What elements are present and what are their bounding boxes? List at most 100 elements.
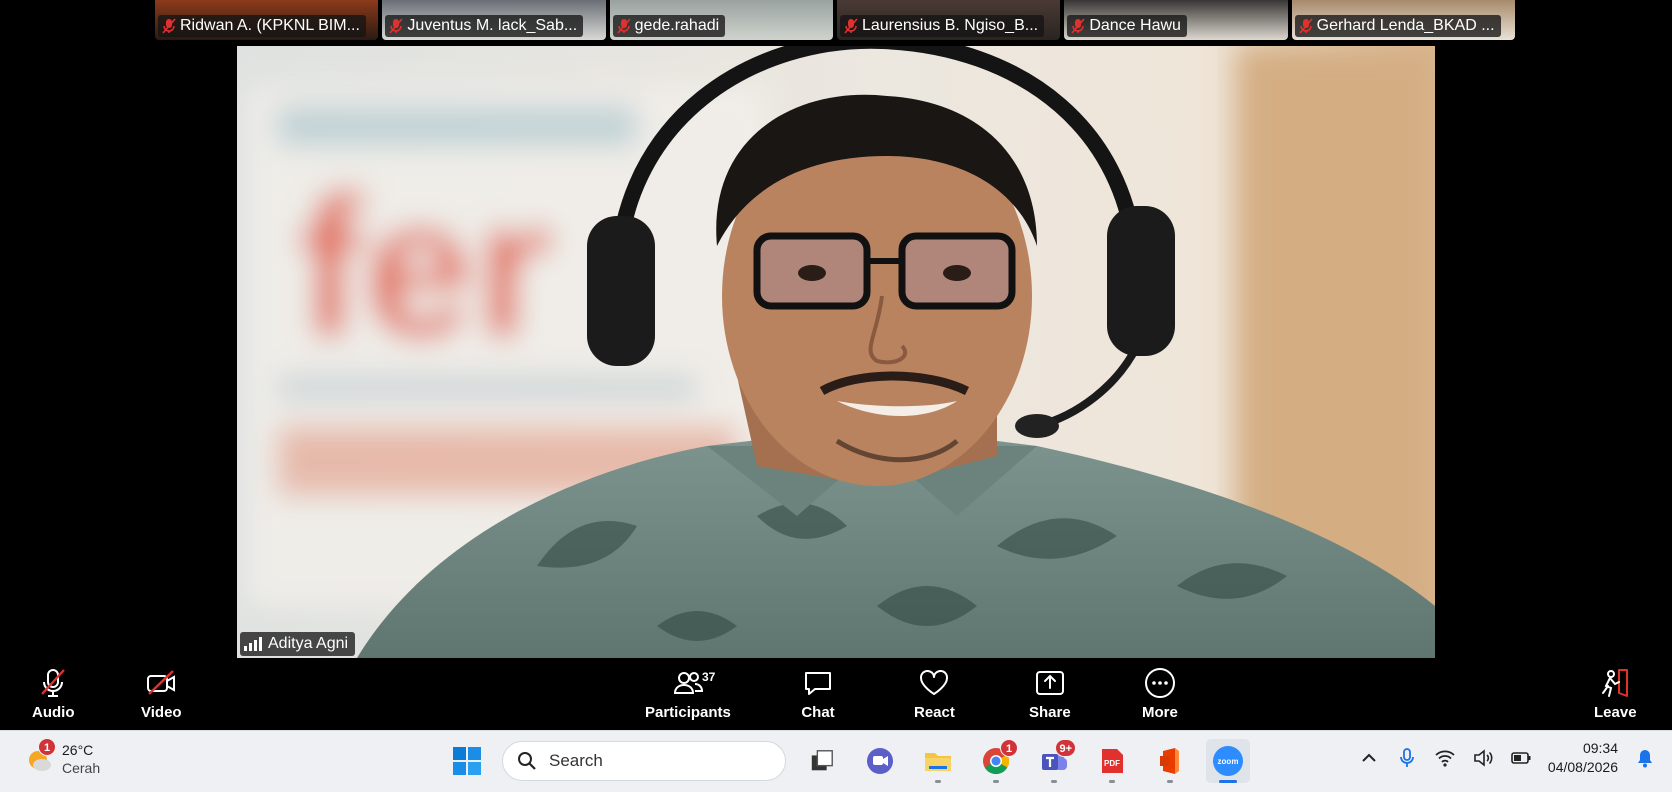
speaker-name: Aditya Agni [268, 635, 349, 652]
participant-name: gede.rahadi [634, 17, 720, 34]
heart-icon [920, 670, 949, 695]
battery-icon[interactable] [1510, 747, 1532, 769]
start-button[interactable] [446, 739, 488, 783]
svg-text:PDF: PDF [1104, 759, 1120, 768]
participant-name: Juventus M. lack_Sab... [407, 17, 578, 34]
teams-badge: 9+ [1055, 739, 1076, 757]
clock-date: 04/08/2026 [1547, 759, 1618, 775]
chrome-badge: 1 [1000, 739, 1018, 757]
search-placeholder: Search [549, 751, 603, 770]
mic-muted-icon [617, 18, 631, 34]
participant-name: Gerhard Lenda_BKAD ... [1316, 17, 1495, 34]
participant-name-label: Juventus M. lack_Sab... [385, 15, 584, 37]
microphone-icon[interactable] [1396, 747, 1418, 769]
running-indicator [935, 780, 941, 783]
running-indicator [993, 780, 999, 783]
more-button[interactable]: More [1142, 666, 1178, 721]
office-app-button[interactable] [1148, 739, 1192, 783]
speaker-video-frame: fer [237, 46, 1435, 658]
video-button[interactable]: Video [141, 666, 182, 721]
participants-button[interactable]: 37 Participants [645, 666, 731, 721]
participant-tile[interactable]: Laurensius B. Ngiso_B... [836, 0, 1061, 40]
participant-tile[interactable]: Dance Hawu [1064, 0, 1288, 40]
clock-time: 09:34 [1582, 740, 1618, 756]
react-button[interactable]: React [914, 666, 955, 721]
chat-app-button[interactable] [858, 739, 902, 783]
pdf-app-button[interactable]: PDF [1090, 739, 1134, 783]
signal-strength-icon [244, 637, 262, 651]
leave-button[interactable]: Leave [1594, 666, 1637, 721]
wifi-icon[interactable] [1434, 747, 1456, 769]
weather-badge: 1 [38, 738, 56, 756]
more-options-icon [1144, 668, 1175, 698]
participant-name-label: Ridwan A. (KPKNL BIM... [158, 15, 366, 37]
active-speaker-video[interactable]: fer Aditya Agni [237, 46, 1435, 658]
speaker-name-label: Aditya Agni [240, 632, 356, 656]
chat-bubble-icon [805, 672, 831, 695]
chat-app-icon [867, 748, 893, 774]
running-indicator [1109, 780, 1115, 783]
share-button[interactable]: Share [1029, 666, 1071, 721]
participant-tile[interactable]: gede.rahadi [609, 0, 833, 40]
weather-widget[interactable]: 1 26°C Cerah [24, 738, 101, 777]
meeting-toolbar: Audio Video 37 Participants Chat React S… [0, 660, 1672, 730]
zoom-app-label: zoom [1218, 757, 1239, 766]
clock[interactable]: 09:34 04/08/2026 [1548, 739, 1618, 777]
participant-name-label: Laurensius B. Ngiso_B... [839, 15, 1045, 37]
video-off-icon [147, 670, 176, 695]
participant-tile[interactable]: Juventus M. lack_Sab... [382, 0, 606, 40]
weather-description: Cerah [62, 760, 101, 776]
participant-name: Laurensius B. Ngiso_B... [861, 17, 1039, 34]
react-label: React [914, 704, 955, 721]
leave-label: Leave [1594, 704, 1637, 721]
mic-muted-icon [1071, 18, 1085, 34]
share-screen-icon [1035, 671, 1064, 695]
running-indicator [1167, 780, 1173, 783]
participant-name: Dance Hawu [1089, 17, 1181, 34]
os-taskbar: 1 26°C Cerah Search 1 9+ PDF zoom 09:34 … [0, 730, 1672, 792]
folder-icon [925, 753, 951, 771]
participants-icon [673, 672, 703, 694]
mic-muted-icon [844, 18, 858, 34]
participant-tile[interactable]: Ridwan A. (KPKNL BIM... [155, 0, 379, 40]
mic-muted-icon [41, 669, 66, 697]
taskbar-search-box[interactable]: Search [502, 741, 786, 781]
task-view-icon [811, 750, 833, 771]
windows-logo-icon [453, 747, 481, 775]
system-tray: 09:34 04/08/2026 [1358, 739, 1656, 777]
chrome-button[interactable]: 1 [974, 739, 1018, 783]
file-explorer-button[interactable] [916, 739, 960, 783]
volume-icon[interactable] [1472, 747, 1494, 769]
audio-button[interactable]: Audio [32, 666, 75, 721]
share-label: Share [1029, 704, 1071, 721]
video-label: Video [141, 704, 182, 721]
teams-button[interactable]: 9+ [1032, 739, 1076, 783]
weather-sun-icon: 1 [24, 738, 56, 774]
participant-tile[interactable]: Gerhard Lenda_BKAD ... [1291, 0, 1515, 40]
participants-label: Participants [645, 704, 731, 721]
weather-temperature: 26°C [62, 742, 94, 758]
notification-bell-icon[interactable] [1634, 747, 1656, 769]
running-indicator [1051, 780, 1057, 783]
search-icon [518, 752, 536, 770]
participant-strip: Ridwan A. (KPKNL BIM... Juventus M. lack… [155, 0, 1515, 40]
task-view-button[interactable] [800, 739, 844, 783]
chat-button[interactable]: Chat [801, 666, 835, 721]
zoom-app-icon: zoom [1213, 746, 1243, 776]
mic-muted-icon [1299, 18, 1313, 34]
participant-name-label: Dance Hawu [1067, 15, 1187, 37]
more-label: More [1142, 704, 1178, 721]
svg-text:fer: fer [297, 156, 553, 379]
participant-name-label: Gerhard Lenda_BKAD ... [1294, 15, 1501, 37]
pdf-app-icon: PDF [1102, 749, 1123, 773]
mic-muted-icon [162, 18, 176, 34]
participant-name: Ridwan A. (KPKNL BIM... [180, 17, 360, 34]
office-app-icon [1160, 748, 1179, 774]
active-indicator [1219, 780, 1237, 783]
zoom-app-button[interactable]: zoom [1206, 739, 1250, 783]
audio-label: Audio [32, 704, 75, 721]
chevron-up-icon[interactable] [1358, 747, 1380, 769]
chat-label: Chat [801, 704, 835, 721]
mic-muted-icon [389, 18, 403, 34]
participant-name-label: gede.rahadi [612, 15, 726, 37]
